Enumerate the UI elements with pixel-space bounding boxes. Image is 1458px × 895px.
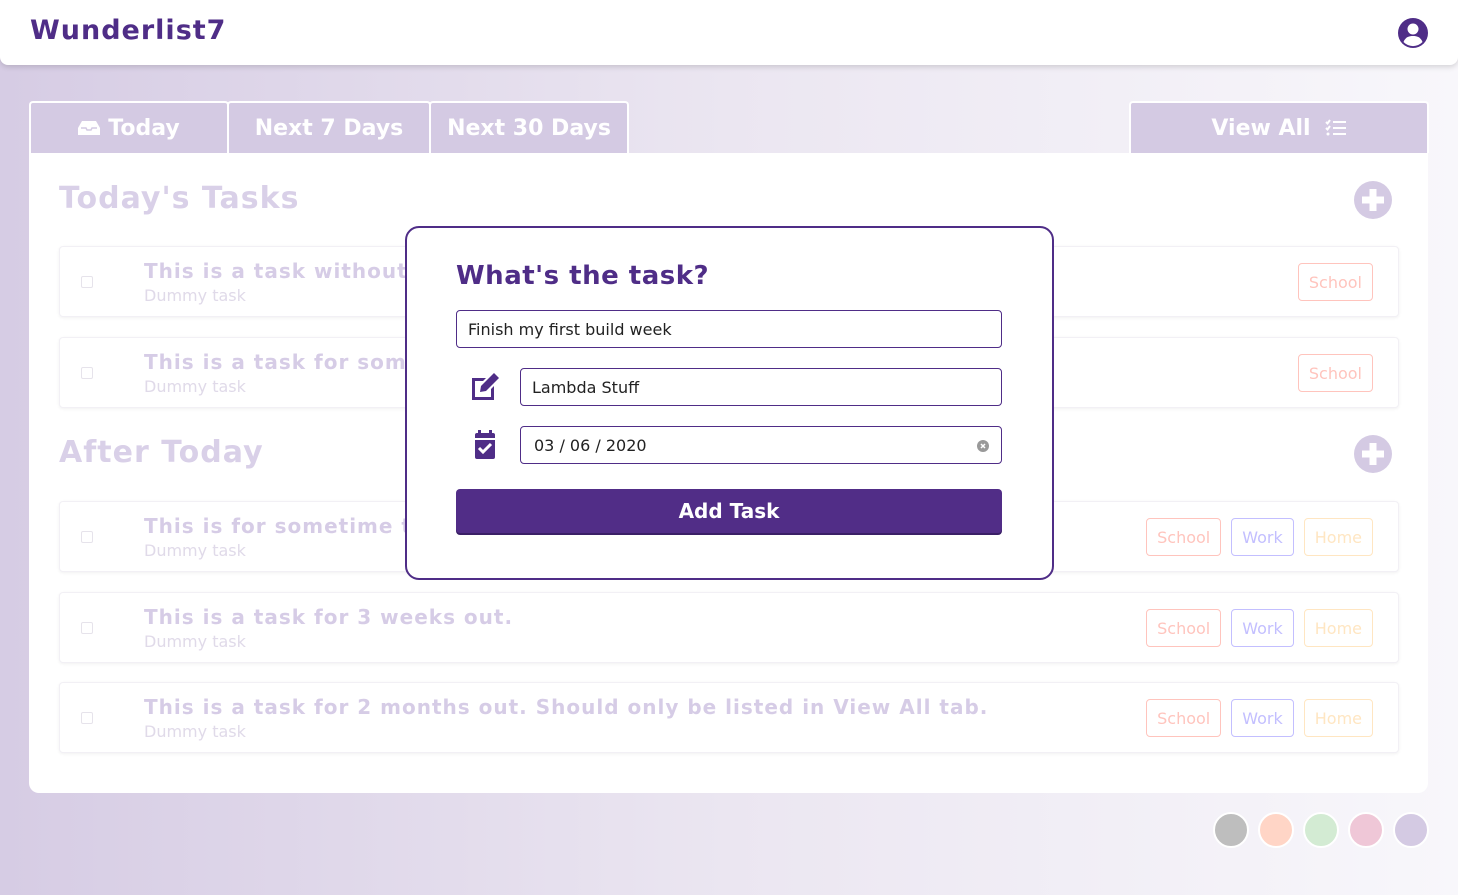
tab-view-all[interactable]: View All: [1129, 101, 1429, 153]
task-row: This is a task for 2 months out. Should …: [59, 682, 1399, 753]
task-checkbox[interactable]: [81, 712, 93, 724]
theme-color-swatch[interactable]: [1213, 812, 1249, 848]
section-title-after-today: After Today: [59, 435, 264, 470]
task-title: This is a task for 2 months out. Should …: [144, 695, 989, 719]
task-title: This is a task without a: [144, 259, 431, 283]
tag-school[interactable]: School: [1297, 263, 1373, 301]
tab-today[interactable]: Today: [29, 101, 229, 153]
task-checkbox[interactable]: [81, 367, 93, 379]
list-check-icon: [1324, 119, 1346, 136]
theme-color-swatch[interactable]: [1393, 812, 1429, 848]
task-description: Dummy task: [144, 541, 246, 560]
task-row: This is a task for 3 weeks out. Dummy ta…: [59, 592, 1399, 663]
clear-date-icon[interactable]: [977, 440, 989, 452]
tab-next-30-days[interactable]: Next 30 Days: [429, 101, 629, 153]
tag-home[interactable]: Home: [1303, 699, 1373, 737]
task-title: This is a task for 3 weeks out.: [144, 605, 514, 629]
tag-home[interactable]: Home: [1303, 518, 1373, 556]
inbox-icon: [78, 121, 101, 135]
tag-home[interactable]: Home: [1303, 609, 1373, 647]
task-checkbox[interactable]: [81, 622, 93, 634]
task-tags: School: [1297, 354, 1373, 392]
task-title: This is a task for somet: [144, 350, 432, 374]
tab-label: Next 30 Days: [447, 115, 611, 141]
edit-icon: [472, 373, 499, 400]
due-date-input[interactable]: 03 / 06 / 2020: [520, 426, 1002, 464]
add-today-task-button[interactable]: [1354, 181, 1392, 219]
theme-color-swatch[interactable]: [1348, 812, 1384, 848]
app-logo[interactable]: Wunderlist7: [30, 15, 226, 46]
user-avatar-icon[interactable]: [1397, 17, 1429, 49]
task-tags: School Work Home: [1146, 609, 1373, 647]
task-description: Dummy task: [144, 632, 246, 651]
tag-school[interactable]: School: [1146, 699, 1222, 737]
calendar-check-icon: [475, 430, 495, 459]
task-tags: School Work Home: [1146, 518, 1373, 556]
tag-school[interactable]: School: [1146, 609, 1222, 647]
task-tags: School Work Home: [1146, 699, 1373, 737]
tag-work[interactable]: Work: [1231, 609, 1294, 647]
tab-label: View All: [1211, 115, 1311, 141]
task-title-input[interactable]: Finish my first build week: [456, 310, 1002, 348]
tag-work[interactable]: Work: [1231, 518, 1294, 556]
date-value: 03 / 06 / 2020: [534, 435, 647, 455]
tab-label: Today: [108, 115, 180, 141]
task-tags: School: [1297, 263, 1373, 301]
modal-heading: What's the task?: [456, 261, 710, 291]
task-description: Dummy task: [144, 377, 246, 396]
tag-school[interactable]: School: [1146, 518, 1222, 556]
task-description: Dummy task: [144, 286, 246, 305]
theme-color-swatch[interactable]: [1303, 812, 1339, 848]
section-title-today: Today's Tasks: [59, 181, 300, 216]
tab-label: Next 7 Days: [254, 115, 404, 141]
add-later-task-button[interactable]: [1354, 435, 1392, 473]
add-task-modal: What's the task? Finish my first build w…: [405, 226, 1054, 580]
add-task-button[interactable]: Add Task: [456, 489, 1002, 533]
task-checkbox[interactable]: [81, 276, 93, 288]
theme-color-swatch[interactable]: [1258, 812, 1294, 848]
tab-next-7-days[interactable]: Next 7 Days: [227, 101, 431, 153]
tag-school[interactable]: School: [1297, 354, 1373, 392]
task-title: This is for sometime thi: [144, 514, 436, 538]
tag-work[interactable]: Work: [1231, 699, 1294, 737]
task-description: Dummy task: [144, 722, 246, 741]
category-input[interactable]: Lambda Stuff: [520, 368, 1002, 406]
task-checkbox[interactable]: [81, 531, 93, 543]
app-header: Wunderlist7: [0, 0, 1458, 65]
